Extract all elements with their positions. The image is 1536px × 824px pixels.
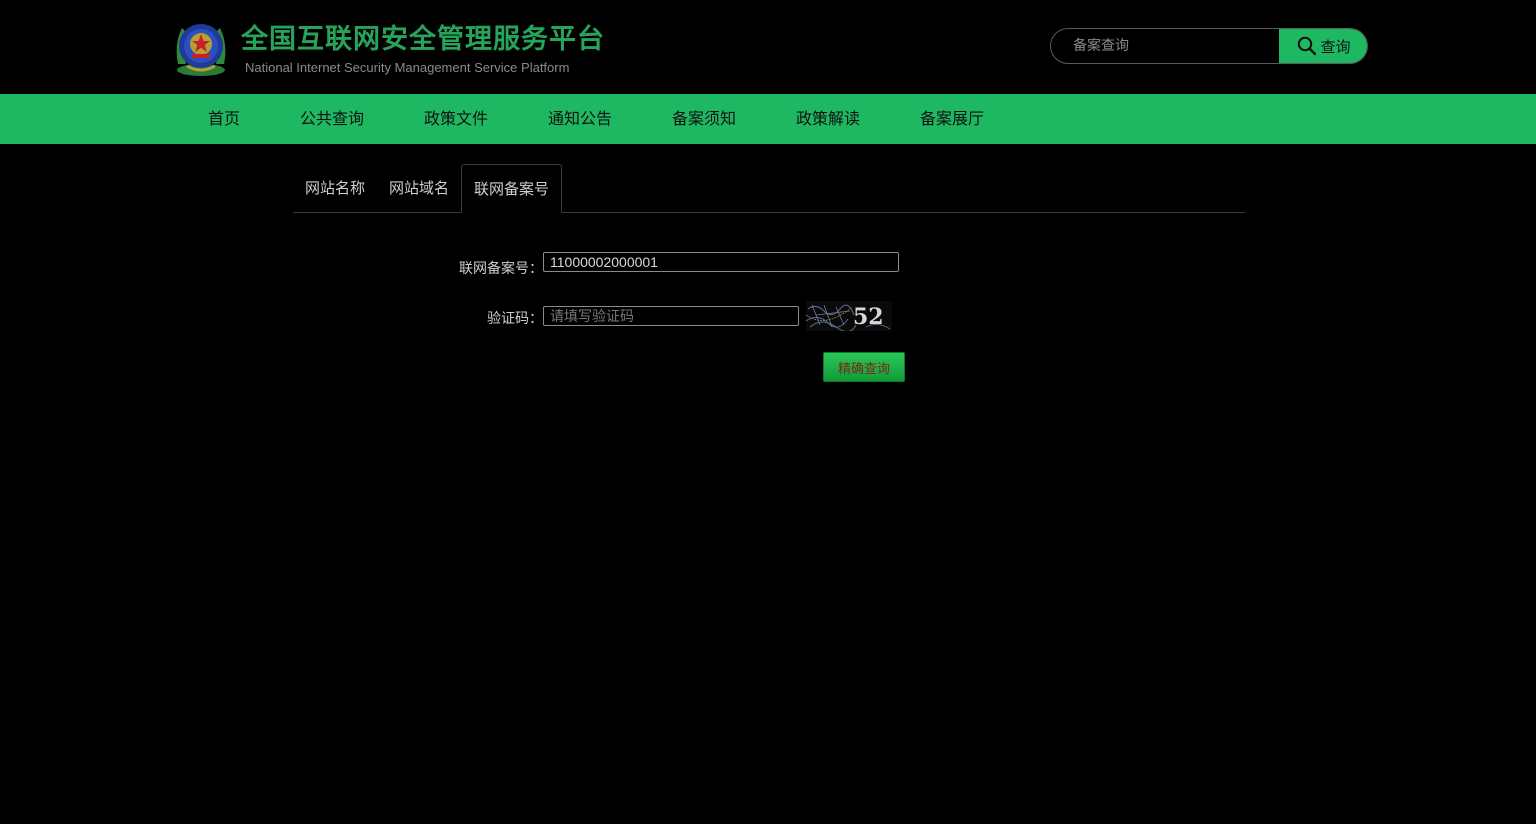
- captcha-input[interactable]: [543, 306, 799, 326]
- nav-item-filing-hall[interactable]: 备案展厅: [920, 94, 984, 144]
- search-icon: [1297, 36, 1317, 56]
- tab-website-domain[interactable]: 网站域名: [389, 164, 449, 211]
- captcha-label: 验证码：: [487, 311, 543, 327]
- nav-item-public-query[interactable]: 公共查询: [300, 94, 364, 144]
- nav-item-policy-documents[interactable]: 政策文件: [424, 94, 488, 144]
- tab-website-name[interactable]: 网站名称: [305, 164, 365, 211]
- record-number-label: 联网备案号：: [459, 261, 543, 277]
- exact-query-button[interactable]: 精确查询: [823, 352, 905, 382]
- tab-record-number[interactable]: 联网备案号: [461, 164, 563, 213]
- police-emblem-icon: [176, 24, 226, 76]
- nav-item-policy-interpretation[interactable]: 政策解读: [796, 94, 860, 144]
- query-tabs: 网站名称 网站域名 联网备案号: [293, 164, 1245, 213]
- header-search: 查询: [1050, 28, 1368, 64]
- search-button[interactable]: 查询: [1279, 29, 1367, 63]
- site-subtitle: National Internet Security Management Se…: [245, 60, 570, 75]
- captcha-image[interactable]: 52: [805, 301, 892, 332]
- main-nav: 首页 公共查询 政策文件 通知公告 备案须知 政策解读 备案展厅: [0, 94, 1536, 144]
- nav-item-home[interactable]: 首页: [208, 94, 240, 144]
- search-button-label: 查询: [1320, 38, 1351, 56]
- nav-item-notices[interactable]: 通知公告: [548, 94, 612, 144]
- site-header: 全国互联网安全管理服务平台 National Internet Security…: [0, 0, 1536, 94]
- record-number-input[interactable]: [543, 252, 899, 272]
- site-title: 全国互联网安全管理服务平台: [241, 24, 605, 55]
- nav-item-filing-guide[interactable]: 备案须知: [672, 94, 736, 144]
- search-input[interactable]: [1051, 29, 1279, 63]
